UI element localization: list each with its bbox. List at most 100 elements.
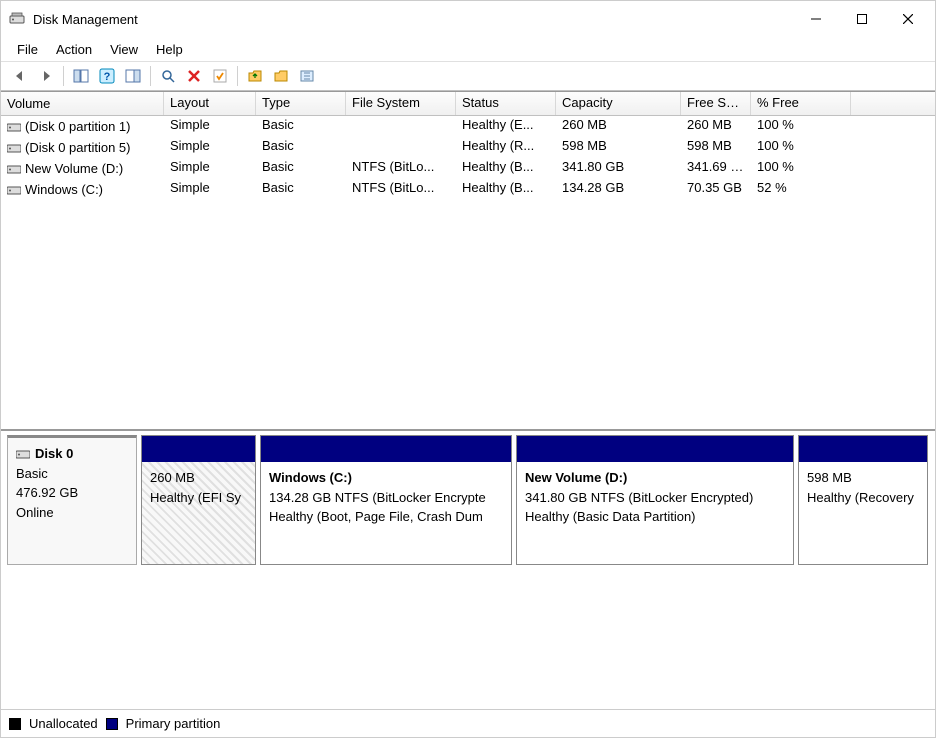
drive-icon: [7, 163, 21, 175]
toolbar-separator: [63, 66, 64, 86]
partition-recovery[interactable]: 598 MB Healthy (Recovery: [798, 435, 928, 565]
volume-pct: 100 %: [751, 116, 851, 137]
volume-pct: 100 %: [751, 137, 851, 158]
col-header-free[interactable]: Free Sp...: [681, 92, 751, 115]
volume-row[interactable]: New Volume (D:) Simple Basic NTFS (BitLo…: [1, 158, 935, 179]
show-hide-action-pane-button[interactable]: [121, 64, 145, 88]
legend-swatch-unallocated: [9, 718, 21, 730]
volume-type: Basic: [256, 116, 346, 137]
graphical-view-pane: Disk 0 Basic 476.92 GB Online 260 MB Hea…: [1, 429, 935, 709]
volume-fs: NTFS (BitLo...: [346, 158, 456, 179]
drive-icon: [7, 121, 21, 133]
help-button[interactable]: ?: [95, 64, 119, 88]
forward-button[interactable]: [34, 64, 58, 88]
menubar: File Action View Help: [1, 37, 935, 61]
toolbar: ?: [1, 61, 935, 91]
partition-size: 260 MB: [150, 468, 247, 488]
show-hide-console-button[interactable]: [69, 64, 93, 88]
minimize-button[interactable]: [793, 3, 839, 35]
titlebar: Disk Management: [1, 1, 935, 37]
volume-type: Basic: [256, 137, 346, 158]
col-header-status[interactable]: Status: [456, 92, 556, 115]
svg-text:?: ?: [104, 71, 111, 83]
delete-button[interactable]: [182, 64, 206, 88]
col-header-type[interactable]: Type: [256, 92, 346, 115]
partition-color-bar: [142, 436, 255, 462]
disk-info-box[interactable]: Disk 0 Basic 476.92 GB Online: [7, 435, 137, 565]
partition-efi[interactable]: 260 MB Healthy (EFI Sy: [141, 435, 256, 565]
back-button[interactable]: [8, 64, 32, 88]
partition-color-bar: [517, 436, 793, 462]
volume-status: Healthy (E...: [456, 116, 556, 137]
volume-list-header: Volume Layout Type File System Status Ca…: [1, 92, 935, 116]
disk-type: Basic: [16, 464, 128, 484]
volume-list-pane: Volume Layout Type File System Status Ca…: [1, 91, 935, 429]
partition-size: 134.28 GB NTFS (BitLocker Encrypte: [269, 488, 503, 508]
volume-status: Healthy (B...: [456, 179, 556, 200]
volume-row[interactable]: (Disk 0 partition 5) Simple Basic Health…: [1, 137, 935, 158]
partition-status: Healthy (Recovery: [807, 488, 919, 508]
col-header-capacity[interactable]: Capacity: [556, 92, 681, 115]
volume-fs: NTFS (BitLo...: [346, 179, 456, 200]
volume-layout: Simple: [164, 158, 256, 179]
menu-action[interactable]: Action: [48, 40, 100, 59]
close-button[interactable]: [885, 3, 931, 35]
volume-layout: Simple: [164, 179, 256, 200]
col-header-volume[interactable]: Volume: [1, 92, 164, 115]
volume-free: 70.35 GB: [681, 179, 751, 200]
menu-file[interactable]: File: [9, 40, 46, 59]
settings-button[interactable]: [295, 64, 319, 88]
partition-color-bar: [261, 436, 511, 462]
volume-name: (Disk 0 partition 5): [25, 140, 130, 155]
volume-layout: Simple: [164, 137, 256, 158]
col-header-pct-free[interactable]: % Free: [751, 92, 851, 115]
volume-pct: 100 %: [751, 158, 851, 179]
volume-row[interactable]: (Disk 0 partition 1) Simple Basic Health…: [1, 116, 935, 137]
partition-windows-c[interactable]: Windows (C:) 134.28 GB NTFS (BitLocker E…: [260, 435, 512, 565]
volume-row[interactable]: Windows (C:) Simple Basic NTFS (BitLo...…: [1, 179, 935, 200]
properties-button[interactable]: [208, 64, 232, 88]
legend-label-primary: Primary partition: [126, 716, 221, 731]
disk-name: Disk 0: [35, 444, 73, 464]
folder-button[interactable]: [269, 64, 293, 88]
volume-pct: 52 %: [751, 179, 851, 200]
volume-name: Windows (C:): [25, 182, 103, 197]
disk-status: Online: [16, 503, 128, 523]
partition-size: 341.80 GB NTFS (BitLocker Encrypted): [525, 488, 785, 508]
volume-type: Basic: [256, 179, 346, 200]
volume-free: 260 MB: [681, 116, 751, 137]
disk-size: 476.92 GB: [16, 483, 128, 503]
partition-color-bar: [799, 436, 927, 462]
legend-label-unallocated: Unallocated: [29, 716, 98, 731]
partition-status: Healthy (EFI Sy: [150, 488, 247, 508]
menu-help[interactable]: Help: [148, 40, 191, 59]
app-icon: [9, 11, 25, 27]
volume-layout: Simple: [164, 116, 256, 137]
toolbar-separator: [237, 66, 238, 86]
volume-list-body: (Disk 0 partition 1) Simple Basic Health…: [1, 116, 935, 429]
partition-new-volume-d[interactable]: New Volume (D:) 341.80 GB NTFS (BitLocke…: [516, 435, 794, 565]
maximize-button[interactable]: [839, 3, 885, 35]
col-header-filesystem[interactable]: File System: [346, 92, 456, 115]
volume-fs: [346, 137, 456, 158]
col-header-layout[interactable]: Layout: [164, 92, 256, 115]
volume-free: 341.69 GB: [681, 158, 751, 179]
refresh-button[interactable]: [156, 64, 180, 88]
legend-bar: Unallocated Primary partition: [1, 709, 935, 737]
partition-status: Healthy (Boot, Page File, Crash Dum: [269, 507, 503, 527]
window-title: Disk Management: [33, 12, 793, 27]
partition-strip: 260 MB Healthy (EFI Sy Windows (C:) 134.…: [141, 435, 929, 565]
drive-icon: [7, 184, 21, 196]
volume-type: Basic: [256, 158, 346, 179]
volume-name: New Volume (D:): [25, 161, 123, 176]
drive-icon: [7, 142, 21, 154]
volume-fs: [346, 116, 456, 137]
volume-capacity: 598 MB: [556, 137, 681, 158]
volume-capacity: 260 MB: [556, 116, 681, 137]
folder-up-button[interactable]: [243, 64, 267, 88]
disk-icon: [16, 448, 30, 460]
volume-status: Healthy (B...: [456, 158, 556, 179]
toolbar-separator: [150, 66, 151, 86]
volume-capacity: 134.28 GB: [556, 179, 681, 200]
menu-view[interactable]: View: [102, 40, 146, 59]
